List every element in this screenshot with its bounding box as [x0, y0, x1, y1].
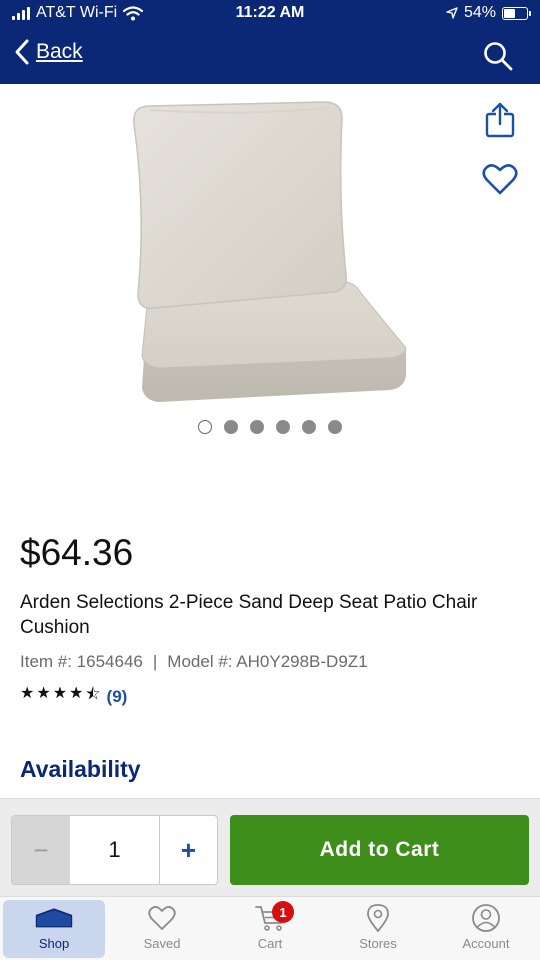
product-image[interactable]	[120, 98, 420, 408]
heart-icon[interactable]	[482, 162, 518, 196]
back-button[interactable]: Back	[14, 38, 83, 66]
status-right: 54%	[446, 4, 531, 22]
tab-cart[interactable]: 1 Cart	[216, 897, 324, 960]
tab-stores[interactable]: Stores	[324, 897, 432, 960]
search-icon[interactable]	[482, 40, 514, 72]
availability-heading[interactable]: Availability	[20, 756, 141, 783]
product-price: $64.36	[20, 532, 134, 573]
shop-icon	[34, 903, 74, 933]
pagination-dot[interactable]	[276, 420, 290, 434]
battery-percent: 54%	[463, 4, 496, 21]
tab-label-saved: Saved	[143, 936, 181, 951]
pagination-dot[interactable]	[250, 420, 264, 434]
share-icon[interactable]	[482, 102, 518, 138]
location-pin-icon	[358, 903, 398, 933]
rating-summary[interactable]: ★ ★ ★ ★ ⯪ (9)	[20, 683, 127, 710]
tab-label-account: Account	[462, 936, 510, 951]
star-full-icon: ★	[20, 685, 35, 702]
model-number: Model #: AH0Y298B-D9Z1	[167, 652, 368, 671]
tab-bar: Shop Saved 1 Cart Stores Account	[0, 896, 540, 960]
tab-shop[interactable]: Shop	[0, 897, 108, 960]
cart-count-badge: 1	[272, 901, 294, 923]
pagination-dot[interactable]	[198, 420, 212, 434]
star-full-icon: ★	[36, 685, 51, 702]
tab-account[interactable]: Account	[432, 897, 540, 960]
product-title: Arden Selections 2-Piece Sand Deep Seat …	[20, 592, 478, 638]
star-full-icon: ★	[52, 685, 68, 702]
chevron-left-icon	[15, 39, 29, 65]
add-to-cart-button[interactable]: Add to Cart	[230, 815, 529, 885]
navigation-bar: Back	[0, 28, 540, 84]
star-full-icon: ★	[69, 685, 84, 702]
purchase-bar: − 1 + Add to Cart	[0, 798, 540, 896]
product-gallery[interactable]	[0, 84, 540, 454]
tab-label-stores: Stores	[359, 936, 397, 951]
pagination-dot[interactable]	[224, 420, 238, 434]
pagination-dot[interactable]	[328, 420, 342, 434]
item-number: Item #: 1654646	[20, 652, 143, 671]
heart-icon	[142, 903, 182, 933]
product-identifiers: Item #: 1654646 | Model #: AH0Y298B-D9Z1	[20, 652, 368, 672]
meta-separator: |	[152, 652, 158, 671]
increase-quantity-button[interactable]: +	[160, 816, 217, 884]
location-arrow-icon	[446, 7, 458, 19]
star-rating: ★ ★ ★ ★ ⯪	[20, 683, 101, 710]
tab-label-cart: Cart	[257, 936, 283, 951]
pagination-dot[interactable]	[302, 420, 316, 434]
decrease-quantity-button[interactable]: −	[12, 816, 70, 884]
tab-label-shop: Shop	[38, 936, 70, 951]
quantity-stepper: − 1 +	[11, 815, 218, 885]
back-label: Back	[36, 40, 83, 63]
image-pagination[interactable]	[0, 420, 540, 434]
status-bar: AT&T Wi-Fi 11:22 AM 54%	[0, 0, 540, 28]
tab-saved[interactable]: Saved	[108, 897, 216, 960]
battery-fill	[504, 8, 515, 18]
star-half-icon: ⯪	[85, 686, 101, 703]
review-count-link[interactable]: (9)	[107, 687, 128, 707]
quantity-input[interactable]: 1	[70, 816, 160, 884]
battery-icon	[502, 6, 531, 20]
account-icon	[466, 903, 506, 933]
